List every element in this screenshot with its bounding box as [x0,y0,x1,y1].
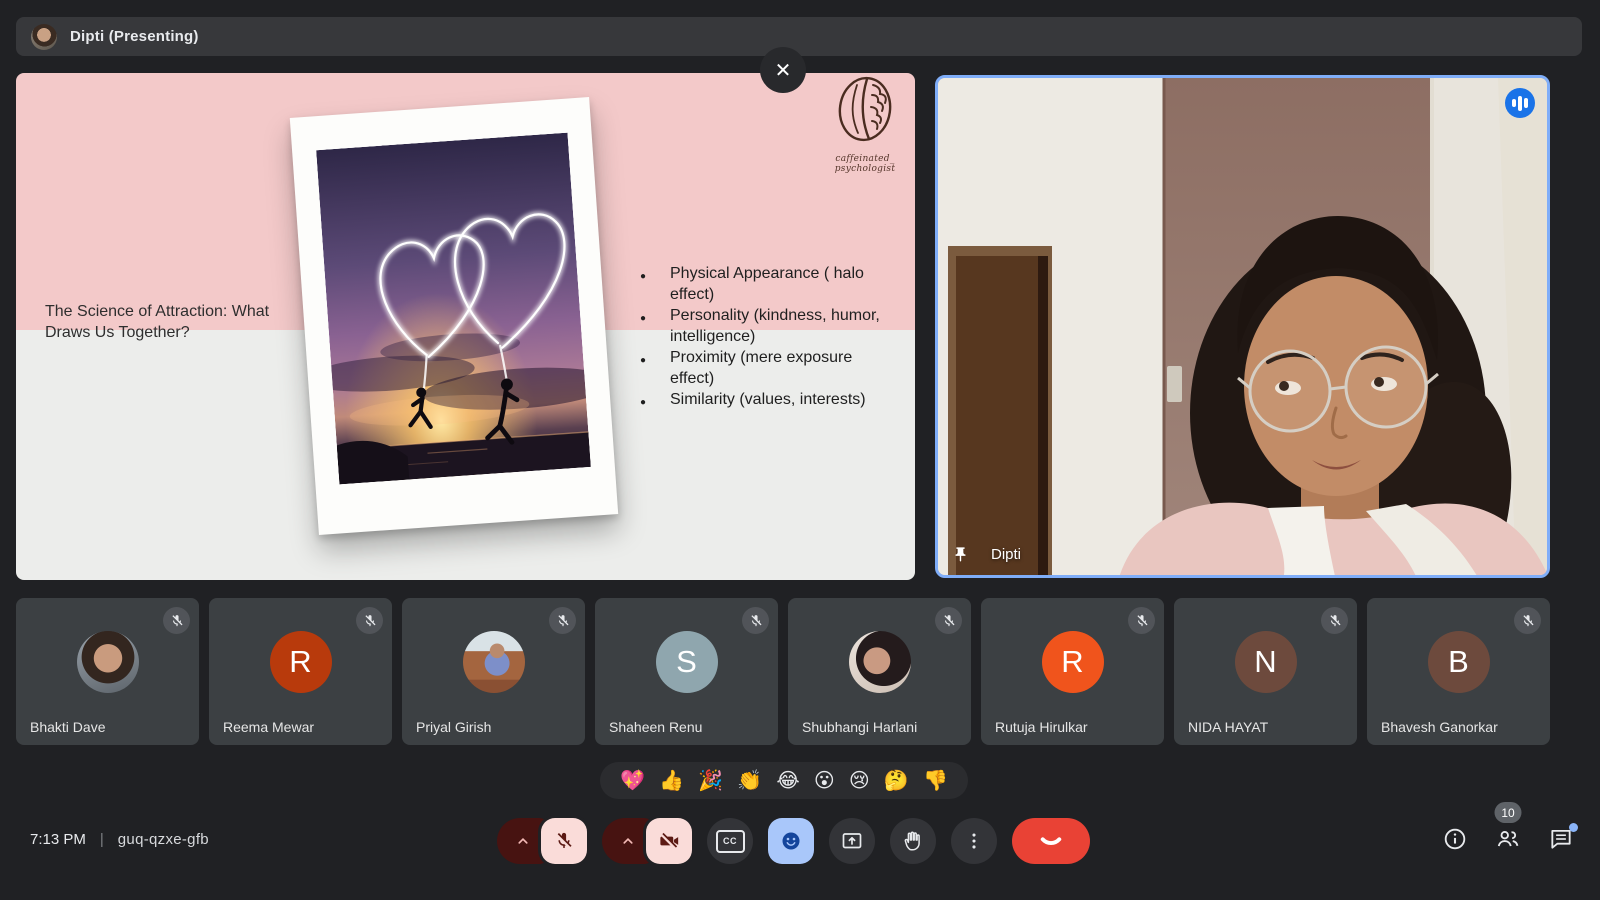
logo-caption: caffeinated_ psychologist [817,154,913,174]
mic-off-icon [935,607,962,634]
divider: | [100,831,104,848]
participant-name: Shaheen Renu [609,719,702,735]
meet-window: Dipti (Presenting) The Science of Attrac… [0,0,1600,900]
audio-level-icon [1505,88,1535,118]
participant-tile[interactable]: B Bhavesh Ganorkar [1367,598,1550,745]
participant-name: Bhavesh Ganorkar [1381,719,1498,735]
phone-hangup-icon [1037,830,1065,852]
info-icon [1442,826,1468,852]
reaction-thinking[interactable]: 🤔 [884,771,909,791]
chevron-up-icon [514,832,532,850]
participant-tile[interactable]: Shubhangi Harlani [788,598,971,745]
presenter-avatar [31,24,57,50]
main-video-name: Dipti [991,546,1021,563]
avatar: B [1428,631,1490,693]
captions-icon: CC [716,830,745,853]
avatar: R [270,631,332,693]
main-video-tile[interactable]: Dipti [935,75,1550,578]
presenter-banner: Dipti (Presenting) [16,17,1582,56]
reactions-toggle-button[interactable] [768,818,814,864]
mic-off-icon [742,607,769,634]
mic-control [497,818,587,864]
slide-bullet: Physical Appearance ( halo effect) [638,263,890,305]
reactions-bar: 💖 👍 🎉 👏 😂 😮 😢 🤔 👎 [600,762,968,799]
camera-off-button[interactable] [646,818,692,864]
smiley-icon [779,829,803,853]
slide-bullet: Similarity (values, interests) [638,389,890,410]
participant-name: Shubhangi Harlani [802,719,917,735]
end-call-button[interactable] [1012,818,1090,864]
meeting-code: guq-qzxe-gfb [118,831,209,848]
participant-name: Rutuja Hirulkar [995,719,1088,735]
clock: 7:13 PM [30,831,86,848]
mic-off-icon [549,607,576,634]
participant-name: Reema Mewar [223,719,314,735]
chevron-up-icon [619,832,637,850]
mic-mute-button[interactable] [541,818,587,864]
reaction-surprised[interactable]: 😮 [814,771,835,791]
webcam-feed [938,78,1550,578]
hearts-sunset-photo [316,133,591,485]
camera-off-icon [658,830,680,852]
more-options-button[interactable] [951,818,997,864]
participant-tile[interactable]: N NIDA HAYAT [1174,598,1357,745]
camera-control [602,818,692,864]
people-icon [1495,826,1521,852]
captions-button[interactable]: CC [707,818,753,864]
meeting-details-button[interactable] [1442,826,1468,852]
slide-bullet: Proximity (mere exposure effect) [638,347,890,389]
reaction-thumbs-down[interactable]: 👎 [923,771,948,791]
avatar: S [656,631,718,693]
present-screen-icon [840,829,864,853]
raise-hand-button[interactable] [890,818,936,864]
mic-off-icon [1514,607,1541,634]
slide-photo-polaroid [290,97,618,535]
mic-off-icon [553,830,575,852]
participant-tile[interactable]: R Rutuja Hirulkar [981,598,1164,745]
chat-notification-dot [1569,823,1578,832]
participant-tile[interactable]: Bhakti Dave [16,598,199,745]
more-vertical-icon [963,830,985,852]
participant-name: NIDA HAYAT [1188,719,1268,735]
reaction-laugh[interactable]: 😂 [776,771,799,791]
participant-tile[interactable]: Priyal Girish [402,598,585,745]
avatar [77,631,139,693]
reaction-clap[interactable]: 👏 [737,771,762,791]
mic-off-icon [1321,607,1348,634]
slide-brand-logo: caffeinated_ psychologist [817,73,913,174]
reaction-cry[interactable]: 😢 [849,771,870,791]
avatar [849,631,911,693]
pin-icon [952,546,969,563]
participant-name: Bhakti Dave [30,719,105,735]
participant-count-badge: 10 [1495,802,1522,823]
slide-title: The Science of Attraction: What Draws Us… [45,301,310,343]
reaction-heart[interactable]: 💖 [620,771,645,791]
reaction-thumbs-up[interactable]: 👍 [659,771,684,791]
participant-tile[interactable]: S Shaheen Renu [595,598,778,745]
participants-button[interactable]: 10 [1495,826,1521,852]
chat-button[interactable] [1548,826,1574,852]
avatar: R [1042,631,1104,693]
present-button[interactable] [829,818,875,864]
presentation-view: The Science of Attraction: What Draws Us… [16,73,915,580]
participant-name: Priyal Girish [416,719,491,735]
participant-tile[interactable]: R Reema Mewar [209,598,392,745]
close-icon[interactable]: ✕ [760,47,806,93]
hand-icon [901,829,925,853]
side-panel-buttons: 10 [1442,826,1574,852]
brain-logo-icon [829,73,901,149]
slide-bullet: Personality (kindness, humor, intelligen… [638,305,890,347]
avatar [463,631,525,693]
mic-off-icon [1128,607,1155,634]
mic-off-icon [163,607,190,634]
main-video-nameplate: Dipti [952,546,1021,563]
presenter-label: Dipti (Presenting) [70,28,199,45]
control-bar: CC [497,818,1090,864]
slide-bullet-list: Physical Appearance ( halo effect) Perso… [638,263,890,410]
reaction-party[interactable]: 🎉 [698,771,723,791]
mic-off-icon [356,607,383,634]
avatar: N [1235,631,1297,693]
meeting-info: 7:13 PM | guq-qzxe-gfb [30,831,209,848]
